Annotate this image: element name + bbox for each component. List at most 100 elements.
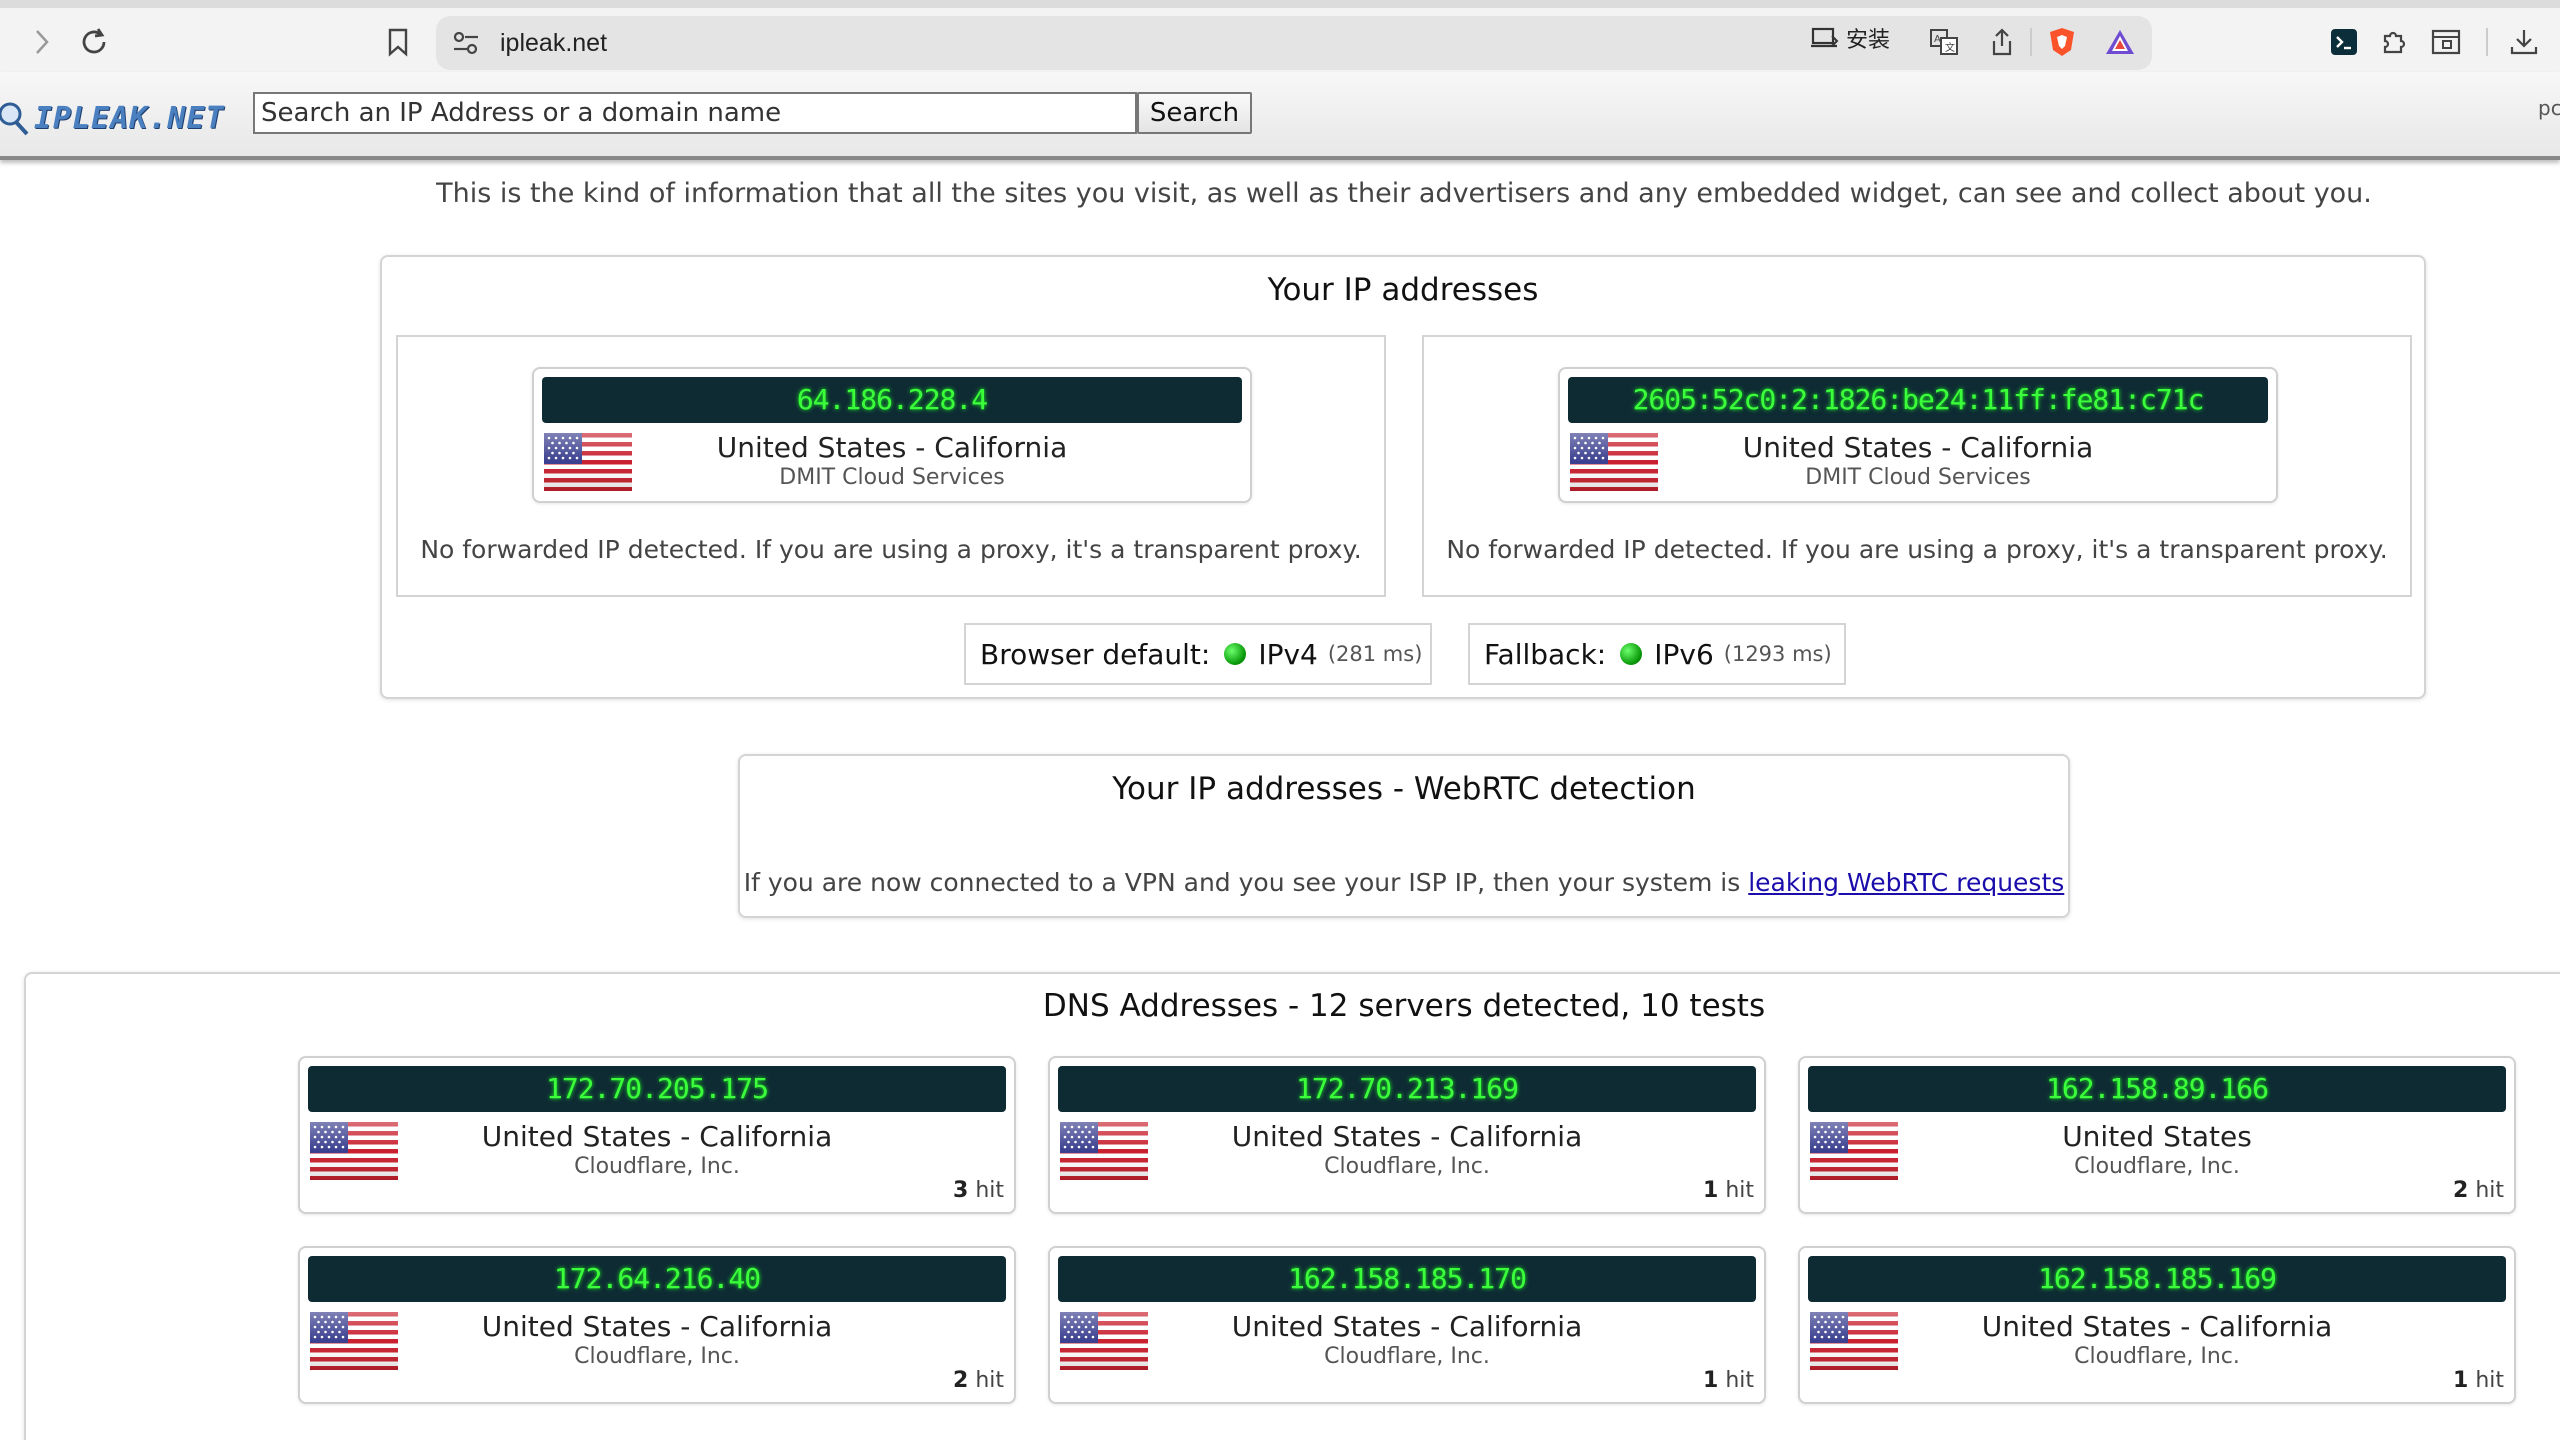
dns-hit-count: 1 hit bbox=[2453, 1368, 2504, 1393]
ip-addresses-panel: Your IP addresses 64.186.228.4 United St… bbox=[380, 255, 2426, 699]
browser-default-latency: (281 ms) bbox=[1327, 642, 1423, 666]
svg-text:A: A bbox=[1934, 34, 1941, 45]
dns-isp: Cloudflare, Inc. bbox=[1324, 1154, 1490, 1179]
search-button[interactable]: Search bbox=[1137, 92, 1252, 134]
url-text: ipleak.net bbox=[500, 29, 608, 57]
dns-title: DNS Addresses - 12 servers detected, 10 … bbox=[1042, 988, 1766, 1024]
address-bar[interactable]: ipleak.net bbox=[436, 16, 2152, 70]
ipv4-subpanel: 64.186.228.4 United States - California … bbox=[396, 335, 1386, 597]
site-logo[interactable]: IPLEAK.NET bbox=[0, 96, 225, 140]
share-icon[interactable] bbox=[1986, 26, 2018, 58]
magnifier-logo-icon bbox=[0, 102, 29, 136]
site-settings-icon[interactable] bbox=[452, 30, 480, 56]
svg-text:文: 文 bbox=[1945, 41, 1955, 54]
ipv4-card: 64.186.228.4 United States - California … bbox=[532, 367, 1252, 503]
webrtc-panel: Your IP addresses - WebRTC detection If … bbox=[738, 754, 2070, 918]
leaking-webrtc-link[interactable]: leaking WebRTC requests bbox=[1748, 868, 2064, 897]
hit-word: hit bbox=[2475, 1178, 2504, 1203]
browser-default-value: IPv4 bbox=[1258, 637, 1318, 671]
dns-ip-display: 162.158.89.166 bbox=[1808, 1066, 2506, 1112]
webrtc-title: Your IP addresses - WebRTC detection bbox=[1112, 771, 1696, 807]
dns-hit-count: 1 hit bbox=[1703, 1178, 1754, 1203]
ip-address-display: 64.186.228.4 bbox=[542, 377, 1242, 423]
dns-location: United States - California bbox=[1231, 1310, 1583, 1343]
forwarded-ip-note: No forwarded IP detected. If you are usi… bbox=[420, 535, 1362, 564]
dns-hit-count: 1 hit bbox=[1703, 1368, 1754, 1393]
dns-hit-count: 2 hit bbox=[953, 1368, 1004, 1393]
webrtc-note-text: If you are now connected to a VPN and yo… bbox=[743, 868, 1741, 897]
hit-word: hit bbox=[975, 1178, 1004, 1203]
webrtc-note: If you are now connected to a VPN and yo… bbox=[740, 868, 2068, 897]
ip-panel-title: Your IP addresses bbox=[1267, 272, 1539, 308]
dns-isp: Cloudflare, Inc. bbox=[2074, 1344, 2240, 1369]
dns-server-card: 162.158.185.169 United States - Californi… bbox=[1798, 1246, 2516, 1404]
extensions-icon[interactable] bbox=[2378, 26, 2410, 58]
ip-isp: DMIT Cloud Services bbox=[779, 465, 1005, 490]
brave-shields-icon[interactable] bbox=[2046, 26, 2078, 58]
browser-default-label: Browser default: bbox=[980, 637, 1211, 671]
install-app-button[interactable]: 安装 bbox=[1810, 22, 1890, 54]
dns-ip-display: 162.158.185.169 bbox=[1808, 1256, 2506, 1302]
dns-location: United States - California bbox=[481, 1120, 833, 1153]
bookmark-icon[interactable] bbox=[378, 22, 418, 62]
dns-server-card: 162.158.89.166 United States Cloudflare, I… bbox=[1798, 1056, 2516, 1214]
hit-number: 2 bbox=[2453, 1178, 2469, 1203]
fallback-pill: Fallback: IPv6 (1293 ms) bbox=[1468, 623, 1846, 685]
dns-hit-count: 2 hit bbox=[2453, 1178, 2504, 1203]
translate-icon[interactable]: A文 bbox=[1928, 26, 1960, 58]
forward-icon[interactable] bbox=[22, 22, 62, 62]
browser-toolbar: ipleak.net 安装 A文 bbox=[0, 0, 2560, 72]
forwarded-ip-note: No forwarded IP detected. If you are usi… bbox=[1446, 535, 2388, 564]
dns-hit-count: 3 hit bbox=[953, 1178, 1004, 1203]
intro-text: This is the kind of information that all… bbox=[436, 178, 2372, 209]
dns-ip-display: 172.64.216.40 bbox=[308, 1256, 1006, 1302]
dns-isp: Cloudflare, Inc. bbox=[2074, 1154, 2240, 1179]
status-ok-icon bbox=[1620, 643, 1643, 665]
ip-address-display: 2605:52c0:2:1826:be24:11ff:fe81:c71c bbox=[1568, 377, 2268, 423]
install-icon bbox=[1811, 27, 1839, 48]
dns-server-card: 162.158.185.170 United States - Californi… bbox=[1048, 1246, 1766, 1404]
hit-word: hit bbox=[1725, 1368, 1754, 1393]
hit-number: 2 bbox=[953, 1368, 969, 1393]
dns-server-card: 172.70.205.175 United States - California… bbox=[298, 1056, 1016, 1214]
dns-location: United States - California bbox=[481, 1310, 833, 1343]
dns-server-card: 172.70.213.169 United States - California… bbox=[1048, 1056, 1766, 1214]
ip-location: United States - California bbox=[716, 431, 1068, 464]
ip-location: United States - California bbox=[1742, 431, 2094, 464]
ipv6-card: 2605:52c0:2:1826:be24:11ff:fe81:c71c Uni… bbox=[1558, 367, 2278, 503]
reload-icon[interactable] bbox=[74, 22, 114, 62]
fallback-latency: (1293 ms) bbox=[1723, 642, 1832, 666]
fallback-value: IPv6 bbox=[1654, 637, 1714, 671]
dns-ip-display: 172.70.205.175 bbox=[308, 1066, 1006, 1112]
brave-rewards-icon[interactable] bbox=[2104, 26, 2136, 58]
hit-number: 1 bbox=[2453, 1368, 2469, 1393]
dns-ip-display: 162.158.185.170 bbox=[1058, 1256, 1756, 1302]
dns-isp: Cloudflare, Inc. bbox=[574, 1154, 740, 1179]
dns-location: United States bbox=[2062, 1120, 2252, 1153]
dns-server-card: 172.64.216.40 United States - California C… bbox=[298, 1246, 1016, 1404]
fallback-label: Fallback: bbox=[1484, 637, 1607, 671]
dns-location: United States - California bbox=[1231, 1120, 1583, 1153]
dns-isp: Cloudflare, Inc. bbox=[1324, 1344, 1490, 1369]
hit-word: hit bbox=[2475, 1368, 2504, 1393]
hit-number: 1 bbox=[1703, 1178, 1719, 1203]
sidebar-panel-icon[interactable] bbox=[2430, 26, 2462, 58]
dns-panel: DNS Addresses - 12 servers detected, 10 … bbox=[24, 972, 2560, 1440]
search-input[interactable] bbox=[253, 92, 1137, 134]
hit-number: 1 bbox=[1703, 1368, 1719, 1393]
hit-word: hit bbox=[975, 1368, 1004, 1393]
status-ok-icon bbox=[1224, 643, 1247, 665]
logo-text: IPLEAK.NET bbox=[34, 100, 225, 136]
hit-word: hit bbox=[1725, 1178, 1754, 1203]
ipv6-subpanel: 2605:52c0:2:1826:be24:11ff:fe81:c71c Uni… bbox=[1422, 335, 2412, 597]
hit-number: 3 bbox=[953, 1178, 969, 1203]
ip-isp: DMIT Cloud Services bbox=[1805, 465, 2031, 490]
dns-location: United States - California bbox=[1981, 1310, 2333, 1343]
browser-default-pill: Browser default: IPv4 (281 ms) bbox=[964, 623, 1432, 685]
dns-isp: Cloudflare, Inc. bbox=[574, 1344, 740, 1369]
dns-ip-display: 172.70.213.169 bbox=[1058, 1066, 1756, 1112]
install-label: 安装 bbox=[1846, 27, 1891, 52]
download-icon[interactable] bbox=[2508, 26, 2540, 58]
header-fragment-text: pc bbox=[2538, 96, 2560, 120]
terminal-extension-icon[interactable] bbox=[2328, 26, 2360, 58]
